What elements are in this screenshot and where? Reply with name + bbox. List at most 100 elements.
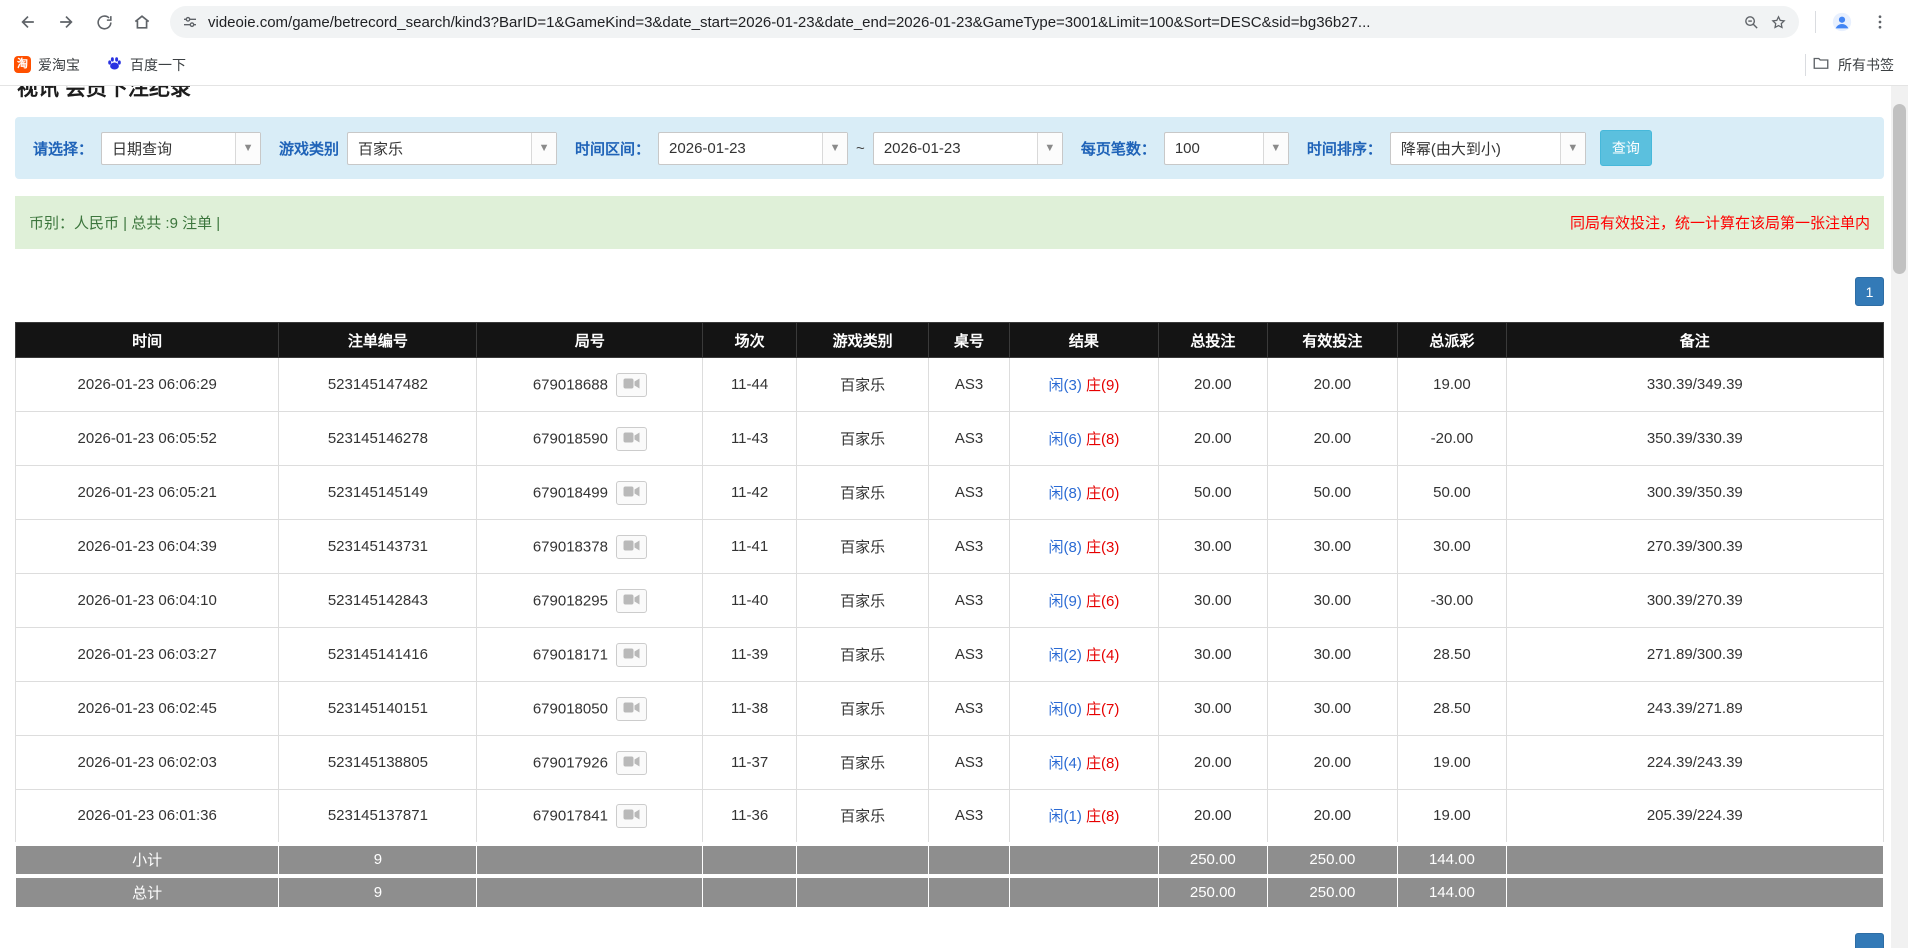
bookmark-label: 百度一下: [130, 55, 186, 75]
cell-total-bet[interactable]: 20.00: [1159, 790, 1267, 844]
summary-empty-cell: [929, 876, 1009, 908]
same-round-notice-text: 同局有效投注，统一计算在该局第一张注单内: [1570, 212, 1870, 233]
cell-round-id: 679018688: [477, 358, 703, 412]
cell-time: 2026-01-23 06:01:36: [16, 790, 279, 844]
video-replay-button[interactable]: [616, 481, 647, 505]
cell-round-id: 679017841: [477, 790, 703, 844]
video-replay-button[interactable]: [616, 427, 647, 451]
result-player: 闲(9): [1049, 593, 1082, 610]
video-replay-button[interactable]: [616, 373, 647, 397]
cell-session: 11-42: [703, 466, 796, 520]
game-type-select[interactable]: 百家乐 ▼: [347, 132, 557, 165]
chevron-down-icon[interactable]: ▼: [531, 133, 556, 164]
reload-button[interactable]: [86, 4, 122, 40]
pagination-bottom-partial[interactable]: [1855, 933, 1884, 948]
cell-table-no: AS3: [929, 736, 1009, 790]
cell-payout: 30.00: [1398, 520, 1506, 574]
summary-empty-cell: [477, 844, 703, 876]
col-bet-id: 注单编号: [279, 323, 477, 358]
search-button[interactable]: 查询: [1600, 130, 1652, 166]
site-settings-icon[interactable]: [182, 14, 198, 30]
back-button[interactable]: [10, 4, 46, 40]
video-replay-button[interactable]: [616, 697, 647, 721]
sort-value: 降幂(由大到小): [1391, 133, 1560, 164]
query-type-select[interactable]: 日期查询 ▼: [101, 132, 261, 165]
three-dots-icon: [1871, 13, 1889, 31]
summary-empty-cell: [1009, 844, 1158, 876]
chevron-down-icon[interactable]: ▼: [822, 133, 847, 164]
cell-round-id: 679017926: [477, 736, 703, 790]
back-icon: [18, 12, 38, 32]
cell-result: 闲(4) 庄(8): [1009, 736, 1158, 790]
cell-valid-bet: 20.00: [1267, 358, 1398, 412]
cell-game-type: 百家乐: [796, 466, 929, 520]
cell-time: 2026-01-23 06:05:21: [16, 466, 279, 520]
cell-total-bet[interactable]: 20.00: [1159, 358, 1267, 412]
cell-total-bet[interactable]: 30.00: [1159, 520, 1267, 574]
col-round-id: 局号: [477, 323, 703, 358]
page-1-button[interactable]: 1: [1855, 277, 1884, 306]
cell-total-bet[interactable]: 30.00: [1159, 628, 1267, 682]
chevron-down-icon[interactable]: ▼: [1560, 133, 1585, 164]
game-type-label: 游戏类别: [279, 138, 339, 159]
cell-total-bet[interactable]: 20.00: [1159, 412, 1267, 466]
summary-empty-cell: [796, 844, 929, 876]
url-bar[interactable]: videoie.com/game/betrecord_search/kind3?…: [170, 6, 1799, 38]
cell-time: 2026-01-23 06:03:27: [16, 628, 279, 682]
game-type-value: 百家乐: [348, 133, 531, 164]
all-bookmarks-button[interactable]: 所有书签: [1812, 54, 1894, 75]
bookmark-star-icon[interactable]: [1770, 14, 1787, 31]
video-replay-button[interactable]: [616, 804, 647, 828]
bookmark-baidu[interactable]: 百度一下: [106, 55, 186, 75]
col-result: 结果: [1009, 323, 1158, 358]
date-start-input[interactable]: 2026-01-23 ▼: [658, 132, 848, 165]
page-scrollbar[interactable]: [1891, 86, 1908, 948]
scrollbar-thumb[interactable]: [1893, 104, 1906, 274]
video-camera-icon: [623, 701, 640, 717]
cell-bet-id: 523145142843: [279, 574, 477, 628]
cell-round-id: 679018050: [477, 682, 703, 736]
cell-total-bet[interactable]: 30.00: [1159, 574, 1267, 628]
chevron-down-icon[interactable]: ▼: [1037, 133, 1062, 164]
bookmark-aitaobao[interactable]: 淘 爱淘宝: [14, 55, 80, 75]
chevron-down-icon[interactable]: ▼: [235, 133, 260, 164]
date-end-value: 2026-01-23: [874, 133, 1037, 164]
result-banker: 庄(8): [1086, 808, 1119, 825]
cell-game-type: 百家乐: [796, 736, 929, 790]
video-replay-button[interactable]: [616, 589, 647, 613]
url-text[interactable]: videoie.com/game/betrecord_search/kind3?…: [208, 14, 1733, 31]
round-id-text: 679018295: [533, 592, 608, 609]
cell-total-bet[interactable]: 20.00: [1159, 736, 1267, 790]
table-row: 2026-01-23 06:02:03523145138805679017926…: [16, 736, 1884, 790]
browser-menu-button[interactable]: [1862, 4, 1898, 40]
table-row: 2026-01-23 06:02:45523145140151679018050…: [16, 682, 1884, 736]
summary-empty-cell: [1506, 876, 1883, 908]
page-size-select[interactable]: 100 ▼: [1164, 132, 1289, 165]
cell-total-bet[interactable]: 30.00: [1159, 682, 1267, 736]
round-id-text: 679018050: [533, 700, 608, 717]
video-replay-button[interactable]: [616, 535, 647, 559]
cell-valid-bet: 20.00: [1267, 736, 1398, 790]
summary-total-bet: 250.00: [1159, 876, 1267, 908]
chevron-down-icon[interactable]: ▼: [1263, 133, 1288, 164]
summary-empty-cell: [703, 876, 796, 908]
sort-select[interactable]: 降幂(由大到小) ▼: [1390, 132, 1586, 165]
cell-total-bet[interactable]: 50.00: [1159, 466, 1267, 520]
profile-button[interactable]: [1824, 4, 1860, 40]
table-row: 2026-01-23 06:01:36523145137871679017841…: [16, 790, 1884, 844]
query-type-value: 日期查询: [102, 133, 235, 164]
cell-bet-id: 523145141416: [279, 628, 477, 682]
summary-label: 总计: [16, 876, 279, 908]
home-button[interactable]: [124, 4, 160, 40]
video-replay-button[interactable]: [616, 643, 647, 667]
taobao-icon: 淘: [14, 56, 31, 73]
video-replay-button[interactable]: [616, 751, 647, 775]
date-end-input[interactable]: 2026-01-23 ▼: [873, 132, 1063, 165]
table-row: 2026-01-23 06:06:29523145147482679018688…: [16, 358, 1884, 412]
cell-valid-bet: 30.00: [1267, 682, 1398, 736]
zoom-icon[interactable]: [1743, 14, 1760, 31]
summary-bar: 币别：人民币 | 总共 :9 注单 | 同局有效投注，统一计算在该局第一张注单内: [15, 196, 1884, 249]
round-id-text: 679017841: [533, 807, 608, 824]
cell-game-type: 百家乐: [796, 520, 929, 574]
forward-button[interactable]: [48, 4, 84, 40]
